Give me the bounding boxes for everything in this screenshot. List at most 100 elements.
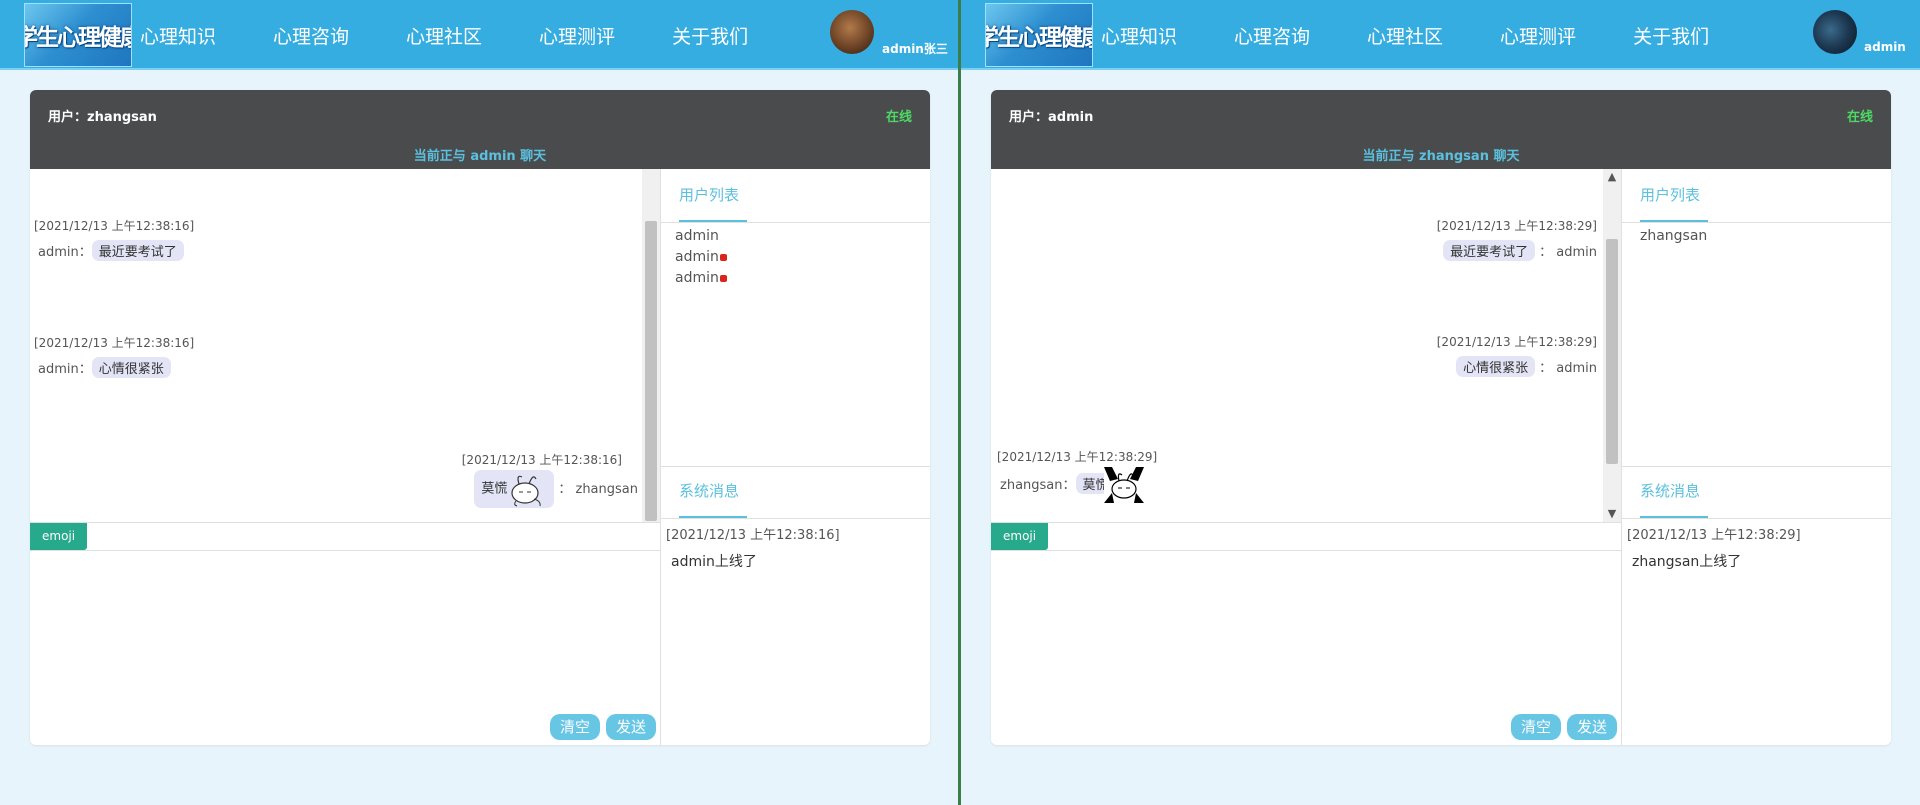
message-item: [2021/12/13 上午12:38:16] admin： 心情很紧张 <box>34 334 194 378</box>
message-scrollbar[interactable]: ▲ ▼ <box>1603 169 1621 522</box>
message-item: [2021/12/13 上午12:38:16] admin： 最近要考试了 <box>34 217 194 261</box>
chat-window-zhangsan: 学生心理健康 心理知识 心理咨询 心理社区 心理测评 关于我们 admin张三 … <box>0 0 958 805</box>
clear-button[interactable]: 清空 <box>549 714 600 740</box>
sidebar-panel: 用户列表 admin admin admin 系统消息 [2021/12/13 … <box>660 169 930 745</box>
scrollbar-thumb[interactable] <box>645 221 657 521</box>
user-list: zhangsan <box>1640 226 1707 247</box>
user-name: admin <box>675 228 719 244</box>
message-list[interactable]: [2021/12/13 上午12:38:16] admin： 最近要考试了 [20… <box>30 169 660 522</box>
divider <box>30 550 660 551</box>
message-input-area[interactable]: emoji 清空 发送 <box>991 522 1621 745</box>
message-list[interactable]: [2021/12/13 上午12:38:29] 最近要考试了： admin [2… <box>991 169 1621 522</box>
message-sender: ： admin <box>1539 245 1597 260</box>
logo-text: 学生心理健康 <box>986 25 1092 51</box>
chatting-with-label: 当前正与 zhangsan 聊天 <box>1362 149 1520 164</box>
system-message-text: zhangsan上线了 <box>1632 554 1742 570</box>
user-list-title[interactable]: 用户列表 <box>1640 184 1700 205</box>
message-bubble-text: 莫慌 <box>481 481 508 497</box>
divider <box>661 466 930 467</box>
nav-item-about[interactable]: 关于我们 <box>672 22 748 49</box>
emoji-button[interactable]: emoji <box>30 523 88 550</box>
message-item: [2021/12/13 上午12:38:29] 最近要考试了： admin <box>1437 217 1597 261</box>
current-user-label: 用户：zhangsan <box>48 110 157 125</box>
system-message-text: admin上线了 <box>671 554 757 570</box>
message-bubble: 莫慌 <box>474 470 555 508</box>
message-input-area[interactable]: emoji 清空 发送 <box>30 522 660 745</box>
nav-item-assessment[interactable]: 心理测评 <box>1500 22 1576 49</box>
message-bubble: 心情很紧张 <box>1456 356 1536 377</box>
chat-panel: 用户：admin 在线 当前正与 zhangsan 聊天 [2021/12/13… <box>991 90 1891 745</box>
chat-window-admin: 学生心理健康 心理知识 心理咨询 心理社区 心理测评 关于我们 admin 用户… <box>961 0 1920 805</box>
site-logo[interactable]: 学生心理健康 <box>24 3 132 67</box>
user-list-item[interactable]: zhangsan <box>1640 226 1707 247</box>
sidebar-panel: 用户列表 zhangsan 系统消息 [2021/12/13 上午12:38:2… <box>1621 169 1891 745</box>
clear-button[interactable]: 清空 <box>1510 714 1561 740</box>
message-time: [2021/12/13 上午12:38:29] <box>1436 335 1597 349</box>
nav-username[interactable]: admin张三 <box>882 40 948 57</box>
scrollbar-thumb[interactable] <box>1606 239 1618 464</box>
chat-header: 用户：admin 在线 当前正与 zhangsan 聊天 <box>991 90 1891 169</box>
chatting-with-label: 当前正与 admin 聊天 <box>413 149 547 164</box>
message-time: [2021/12/13 上午12:38:16] <box>34 336 195 350</box>
nav-item-community[interactable]: 心理社区 <box>1367 22 1443 49</box>
message-time: [2021/12/13 上午12:38:16] <box>34 219 195 233</box>
user-list-item[interactable]: admin <box>675 268 727 289</box>
message-item: [2021/12/13 上午12:38:29] zhangsan： 莫慌 <box>997 448 1157 503</box>
nav-item-community[interactable]: 心理社区 <box>406 22 482 49</box>
nav-menu: 心理知识 心理咨询 心理社区 心理测评 关于我们 <box>140 0 805 70</box>
logo-text: 学生心理健康 <box>25 25 131 51</box>
avatar[interactable] <box>1813 10 1857 54</box>
current-user-label: 用户：admin <box>1009 110 1094 125</box>
message-time: [2021/12/13 上午12:38:29] <box>997 450 1158 464</box>
avatar[interactable] <box>830 10 874 54</box>
chat-panel: 用户：zhangsan 在线 当前正与 admin 聊天 [2021/12/13… <box>30 90 930 745</box>
divider <box>1622 466 1891 467</box>
nav-item-knowledge[interactable]: 心理知识 <box>140 22 216 49</box>
divider <box>661 222 930 223</box>
message-bubble: 心情很紧张 <box>91 357 171 378</box>
message-time: [2021/12/13 上午12:38:29] <box>1436 219 1597 233</box>
nav-item-assessment[interactable]: 心理测评 <box>539 22 615 49</box>
message-time: [2021/12/13 上午12:38:16] <box>461 453 622 467</box>
divider <box>991 550 1621 551</box>
message-item: [2021/12/13 上午12:38:16] 莫慌 ： zhangsan <box>462 451 638 508</box>
user-list: admin admin admin <box>675 226 727 289</box>
sticker-emoji-icon <box>511 475 541 507</box>
nav-item-consult[interactable]: 心理咨询 <box>273 22 349 49</box>
message-sender: ： admin <box>1539 361 1597 376</box>
nav-item-knowledge[interactable]: 心理知识 <box>1101 22 1177 49</box>
divider <box>1622 222 1891 223</box>
system-message-time: [2021/12/13 上午12:38:29] <box>1627 528 1801 543</box>
emoji-button[interactable]: emoji <box>991 523 1049 550</box>
scroll-down-icon[interactable]: ▼ <box>1603 506 1621 522</box>
scroll-up-icon[interactable]: ▲ <box>1603 169 1621 185</box>
system-message-title[interactable]: 系统消息 <box>679 480 739 501</box>
send-button[interactable]: 发送 <box>1566 714 1617 740</box>
user-list-item[interactable]: admin <box>675 247 727 268</box>
user-list-title[interactable]: 用户列表 <box>679 184 739 205</box>
user-list-item[interactable]: admin <box>675 226 727 247</box>
nav-username[interactable]: admin <box>1864 40 1906 54</box>
message-sender: zhangsan： <box>1000 477 1076 493</box>
navbar: 学生心理健康 心理知识 心理咨询 心理社区 心理测评 关于我们 admin张三 <box>0 0 958 70</box>
divider <box>661 518 930 519</box>
chat-header: 用户：zhangsan 在线 当前正与 admin 聊天 <box>30 90 930 169</box>
unread-dot-icon <box>719 253 727 261</box>
nav-item-about[interactable]: 关于我们 <box>1633 22 1709 49</box>
online-status: 在线 <box>1846 110 1873 125</box>
message-bubble: 最近要考试了 <box>1443 240 1536 261</box>
send-button[interactable]: 发送 <box>605 714 656 740</box>
message-bubble: 最近要考试了 <box>91 240 184 261</box>
message-scrollbar[interactable] <box>642 169 660 522</box>
site-logo[interactable]: 学生心理健康 <box>985 3 1093 67</box>
divider <box>1622 518 1891 519</box>
message-sender: admin： <box>38 362 92 377</box>
message-sender: ： zhangsan <box>558 481 638 497</box>
sticker-emoji-icon <box>1103 467 1144 503</box>
system-message-title[interactable]: 系统消息 <box>1640 480 1700 501</box>
nav-item-consult[interactable]: 心理咨询 <box>1234 22 1310 49</box>
unread-dot-icon <box>719 274 727 282</box>
user-name: admin <box>675 270 719 286</box>
message-item: [2021/12/13 上午12:38:29] 心情很紧张： admin <box>1437 333 1597 377</box>
user-name: admin <box>675 249 719 265</box>
